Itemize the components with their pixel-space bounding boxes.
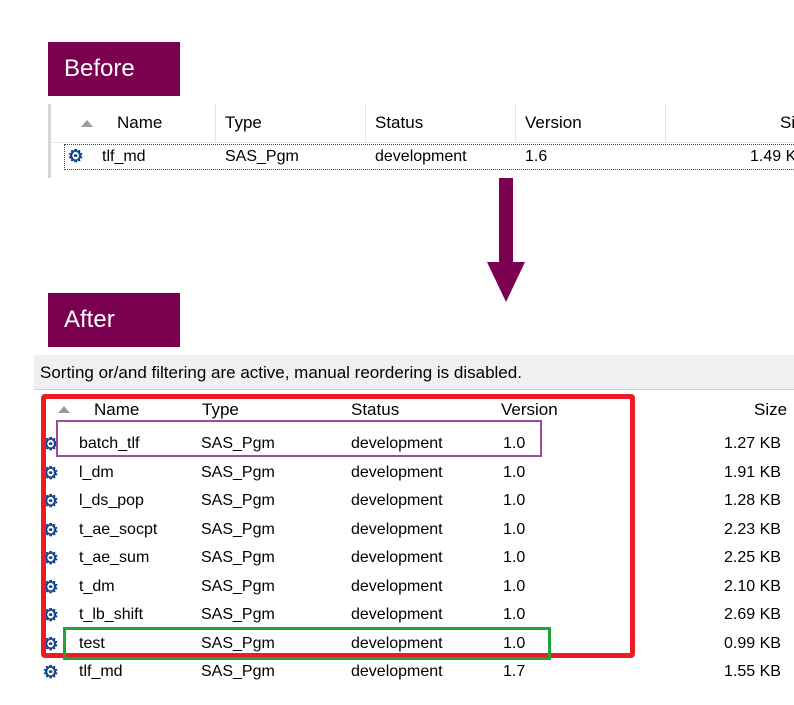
file-size: 0.99 KB (724, 635, 781, 652)
sas-program-gear-icon: ⚙ (42, 662, 59, 682)
test-file-highlight-box (63, 627, 551, 660)
table-row[interactable]: ⚙ tlf_md SAS_Pgm development 1.6 1.49 KB (64, 144, 794, 170)
table-row[interactable]: ⚙ tlf_md SAS_Pgm development 1.7 1.55 KB (42, 658, 794, 686)
column-header-status[interactable]: Status (375, 113, 423, 133)
column-header-type[interactable]: Type (225, 113, 262, 133)
file-name: tlf_md (102, 148, 146, 165)
file-size: 2.10 KB (724, 578, 781, 595)
after-label: After (48, 293, 180, 347)
column-header-name[interactable]: Name (117, 113, 162, 133)
batch-file-highlight-box (56, 420, 542, 457)
column-header-size[interactable]: Size (754, 400, 787, 420)
file-status: development (375, 148, 467, 165)
file-size: 1.91 KB (724, 464, 781, 481)
before-column-header: Name Type Status Version Size (51, 104, 794, 143)
column-header-version[interactable]: Version (525, 113, 582, 133)
file-size: 2.69 KB (724, 606, 781, 623)
file-status: development (351, 663, 443, 680)
sorting-notice: Sorting or/and filtering are active, man… (34, 355, 794, 390)
file-type: SAS_Pgm (201, 663, 275, 680)
file-size: 1.27 KB (724, 435, 781, 452)
before-file-list: Name Type Status Version Size ⚙ tlf_md S… (48, 104, 794, 178)
down-arrow-shaft (499, 178, 513, 264)
file-version: 1.7 (503, 663, 526, 680)
sort-ascending-icon[interactable] (81, 120, 93, 127)
file-name: tlf_md (79, 663, 123, 680)
file-version: 1.6 (525, 148, 548, 165)
file-type: SAS_Pgm (225, 148, 299, 165)
file-size: 1.49 KB (750, 148, 794, 165)
sas-program-gear-icon: ⚙ (67, 146, 84, 166)
down-arrow-icon (487, 262, 525, 302)
file-size: 1.28 KB (724, 492, 781, 509)
file-size: 2.23 KB (724, 521, 781, 538)
before-label: Before (48, 42, 180, 96)
file-size: 1.55 KB (724, 663, 781, 680)
column-header-size[interactable]: Size (780, 113, 794, 133)
file-size: 2.25 KB (724, 549, 781, 566)
